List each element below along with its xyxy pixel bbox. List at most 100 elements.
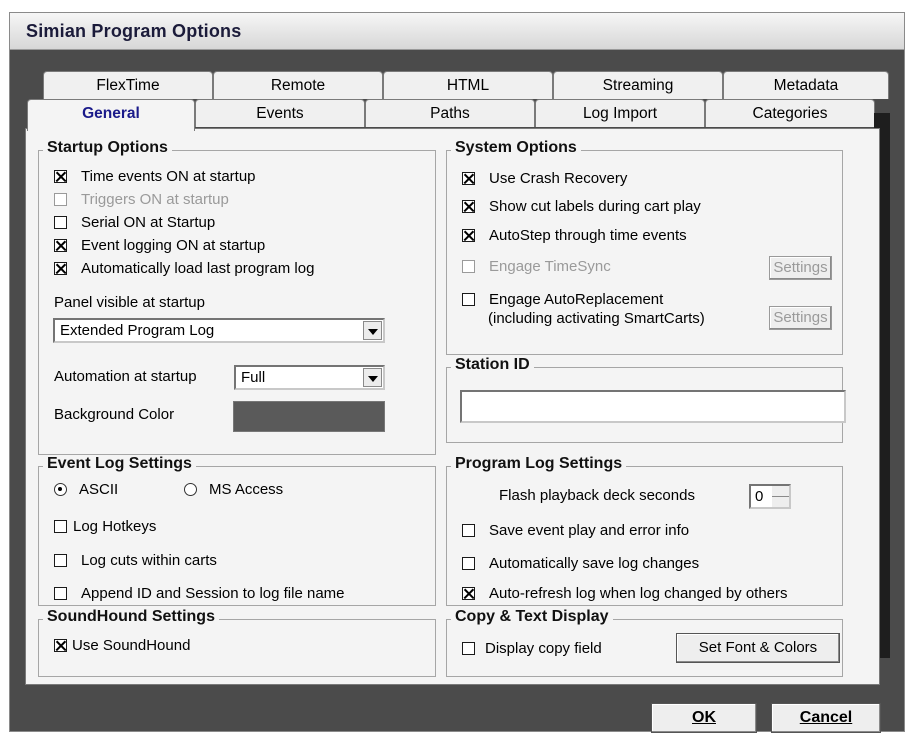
- serial-option[interactable]: Serial ON at Startup: [54, 214, 215, 231]
- auto-load-log-option[interactable]: Automatically load last program log: [54, 260, 314, 277]
- ascii-option[interactable]: ASCII: [54, 481, 118, 498]
- auto-refresh-option[interactable]: Auto-refresh log when log changed by oth…: [462, 585, 788, 602]
- auto-load-log-checkbox[interactable]: [54, 262, 67, 275]
- soundhound-settings-title: SoundHound Settings: [43, 608, 219, 626]
- tab-metadata[interactable]: Metadata: [723, 71, 889, 99]
- chevron-down-icon[interactable]: [363, 321, 382, 340]
- startup-options-title: Startup Options: [43, 139, 172, 157]
- auto-save-option[interactable]: Automatically save log changes: [462, 555, 699, 572]
- set-font-colors-button[interactable]: Set Font & Colors: [676, 633, 840, 663]
- autoreplacement-settings-button[interactable]: Settings: [769, 306, 832, 330]
- cut-labels-option[interactable]: Show cut labels during cart play: [462, 198, 701, 215]
- save-event-option[interactable]: Save event play and error info: [462, 522, 689, 539]
- auto-refresh-checkbox[interactable]: [462, 587, 475, 600]
- triggers-checkbox[interactable]: [54, 193, 67, 206]
- autostep-checkbox[interactable]: [462, 229, 475, 242]
- tab-paths[interactable]: Paths: [365, 99, 535, 127]
- panel-visible-select[interactable]: Extended Program Log: [53, 318, 385, 343]
- tab-streaming[interactable]: Streaming: [553, 71, 723, 99]
- timesync-label: Engage TimeSync: [489, 258, 611, 275]
- automation-label: Automation at startup: [54, 368, 197, 385]
- log-cuts-checkbox[interactable]: [54, 554, 67, 567]
- cut-labels-checkbox[interactable]: [462, 200, 475, 213]
- cancel-button[interactable]: Cancel: [771, 703, 881, 733]
- flash-seconds-label: Flash playback deck seconds: [499, 487, 695, 504]
- program-log-settings-group: Program Log Settings Flash playback deck…: [446, 455, 843, 606]
- crash-recovery-checkbox[interactable]: [462, 172, 475, 185]
- flash-seconds-stepper[interactable]: 0: [749, 484, 791, 509]
- station-id-input[interactable]: [460, 390, 846, 423]
- ok-button[interactable]: OK: [651, 703, 757, 733]
- tab-general[interactable]: General: [27, 99, 195, 131]
- log-cuts-option[interactable]: Log cuts within carts: [54, 552, 217, 569]
- time-events-option[interactable]: Time events ON at startup: [54, 168, 256, 185]
- tab-flextime[interactable]: FlexTime: [43, 71, 213, 99]
- use-soundhound-option[interactable]: Use SoundHound: [54, 637, 190, 654]
- chevron-down-icon[interactable]: [363, 368, 382, 387]
- autostep-option[interactable]: AutoStep through time events: [462, 227, 687, 244]
- title-bar[interactable]: Simian Program Options: [10, 13, 904, 50]
- autoreplacement-checkbox[interactable]: [462, 293, 475, 306]
- autostep-label: AutoStep through time events: [489, 227, 687, 244]
- panel-visible-label: Panel visible at startup: [54, 294, 205, 311]
- spin-up-icon[interactable]: [772, 486, 789, 497]
- display-copy-checkbox[interactable]: [462, 642, 475, 655]
- ascii-radio[interactable]: [54, 483, 67, 496]
- window-title: Simian Program Options: [26, 21, 242, 41]
- log-hotkeys-checkbox[interactable]: [54, 520, 67, 533]
- triggers-label: Triggers ON at startup: [81, 191, 229, 208]
- auto-load-log-label: Automatically load last program log: [81, 260, 315, 277]
- serial-label: Serial ON at Startup: [81, 214, 216, 231]
- use-soundhound-checkbox[interactable]: [54, 639, 67, 652]
- copy-text-display-title: Copy & Text Display: [451, 608, 613, 626]
- save-event-checkbox[interactable]: [462, 524, 475, 537]
- tab-html[interactable]: HTML: [383, 71, 553, 99]
- program-log-settings-title: Program Log Settings: [451, 455, 627, 473]
- event-logging-label: Event logging ON at startup: [81, 237, 266, 254]
- ascii-label: ASCII: [79, 481, 119, 498]
- log-hotkeys-option[interactable]: Log Hotkeys: [54, 518, 156, 535]
- event-logging-option[interactable]: Event logging ON at startup: [54, 237, 265, 254]
- tab-remote[interactable]: Remote: [213, 71, 383, 99]
- tab-events[interactable]: Events: [195, 99, 365, 127]
- log-cuts-label: Log cuts within carts: [81, 552, 217, 569]
- use-soundhound-label: Use SoundHound: [72, 637, 191, 654]
- background-color-swatch[interactable]: [233, 401, 385, 432]
- ms-access-label: MS Access: [209, 481, 284, 498]
- general-tab-panel: Startup Options Time events ON at startu…: [25, 128, 880, 685]
- timesync-checkbox[interactable]: [462, 260, 475, 273]
- event-log-settings-title: Event Log Settings: [43, 455, 196, 473]
- panel-visible-value: Extended Program Log: [60, 322, 215, 339]
- ms-access-radio[interactable]: [184, 483, 197, 496]
- ms-access-option[interactable]: MS Access: [184, 481, 283, 498]
- tab-log-import[interactable]: Log Import: [535, 99, 705, 127]
- flash-seconds-value: 0: [755, 488, 764, 505]
- timesync-option[interactable]: Engage TimeSync: [462, 258, 611, 275]
- autoreplacement-label: Engage AutoReplacement: [489, 291, 664, 308]
- time-events-checkbox[interactable]: [54, 170, 67, 183]
- time-events-label: Time events ON at startup: [81, 168, 256, 185]
- event-log-settings-group: Event Log Settings ASCII MS Access Log H…: [38, 455, 436, 606]
- append-id-checkbox[interactable]: [54, 587, 67, 600]
- triggers-option[interactable]: Triggers ON at startup: [54, 191, 229, 208]
- auto-save-label: Automatically save log changes: [489, 555, 700, 572]
- display-copy-option[interactable]: Display copy field: [462, 640, 602, 657]
- timesync-settings-button[interactable]: Settings: [769, 256, 832, 280]
- log-hotkeys-label: Log Hotkeys: [73, 518, 157, 535]
- automation-value: Full: [241, 369, 266, 386]
- crash-recovery-option[interactable]: Use Crash Recovery: [462, 170, 627, 187]
- event-logging-checkbox[interactable]: [54, 239, 67, 252]
- autoreplacement-option[interactable]: Engage AutoReplacement: [462, 291, 663, 308]
- append-id-option[interactable]: Append ID and Session to log file name: [54, 585, 345, 602]
- station-id-group: Station ID: [446, 356, 846, 443]
- append-id-label: Append ID and Session to log file name: [81, 585, 345, 602]
- auto-save-checkbox[interactable]: [462, 557, 475, 570]
- cut-labels-label: Show cut labels during cart play: [489, 198, 701, 215]
- tab-categories[interactable]: Categories: [705, 99, 875, 127]
- auto-refresh-label: Auto-refresh log when log changed by oth…: [489, 585, 788, 602]
- save-event-label: Save event play and error info: [489, 522, 690, 539]
- serial-checkbox[interactable]: [54, 216, 67, 229]
- background-color-label: Background Color: [54, 406, 175, 423]
- spin-down-icon[interactable]: [772, 497, 789, 507]
- automation-select[interactable]: Full: [234, 365, 385, 390]
